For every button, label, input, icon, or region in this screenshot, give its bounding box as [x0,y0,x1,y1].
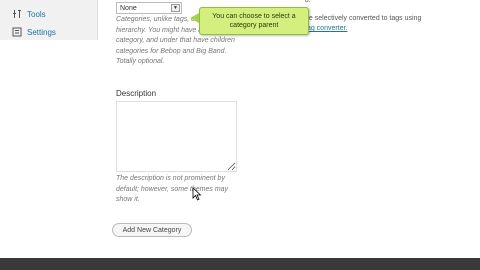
callout-tail [190,13,199,23]
callout-tooltip: You can choose to select a category pare… [199,7,309,35]
settings-icon [10,27,24,37]
sidebar-item-settings[interactable]: Settings [0,24,98,40]
mouse-cursor-icon [192,187,202,201]
parent-select-value: None [120,4,137,12]
add-new-category-button[interactable]: Add New Category [112,223,192,237]
chevron-down-icon[interactable]: ▼ [171,4,180,12]
sidebar-item-tools[interactable]: Tools [0,6,98,22]
parent-category-select[interactable]: None ▼ [116,2,182,14]
bottom-status-bar [0,258,480,270]
admin-sidebar: Tools Settings [0,0,98,40]
tag-converter-link[interactable]: tag converter. [305,25,347,32]
right-text-fragment: d. [305,0,311,4]
description-textarea[interactable] [116,101,237,172]
tools-icon [10,9,24,19]
right-text-line: be selectively converted to tags using [305,15,422,22]
description-help-text: The description is not prominent by defa… [116,175,229,203]
sidebar-item-label: Tools [27,9,46,19]
description-label: Description [116,89,157,98]
sidebar-item-label: Settings [27,27,56,37]
